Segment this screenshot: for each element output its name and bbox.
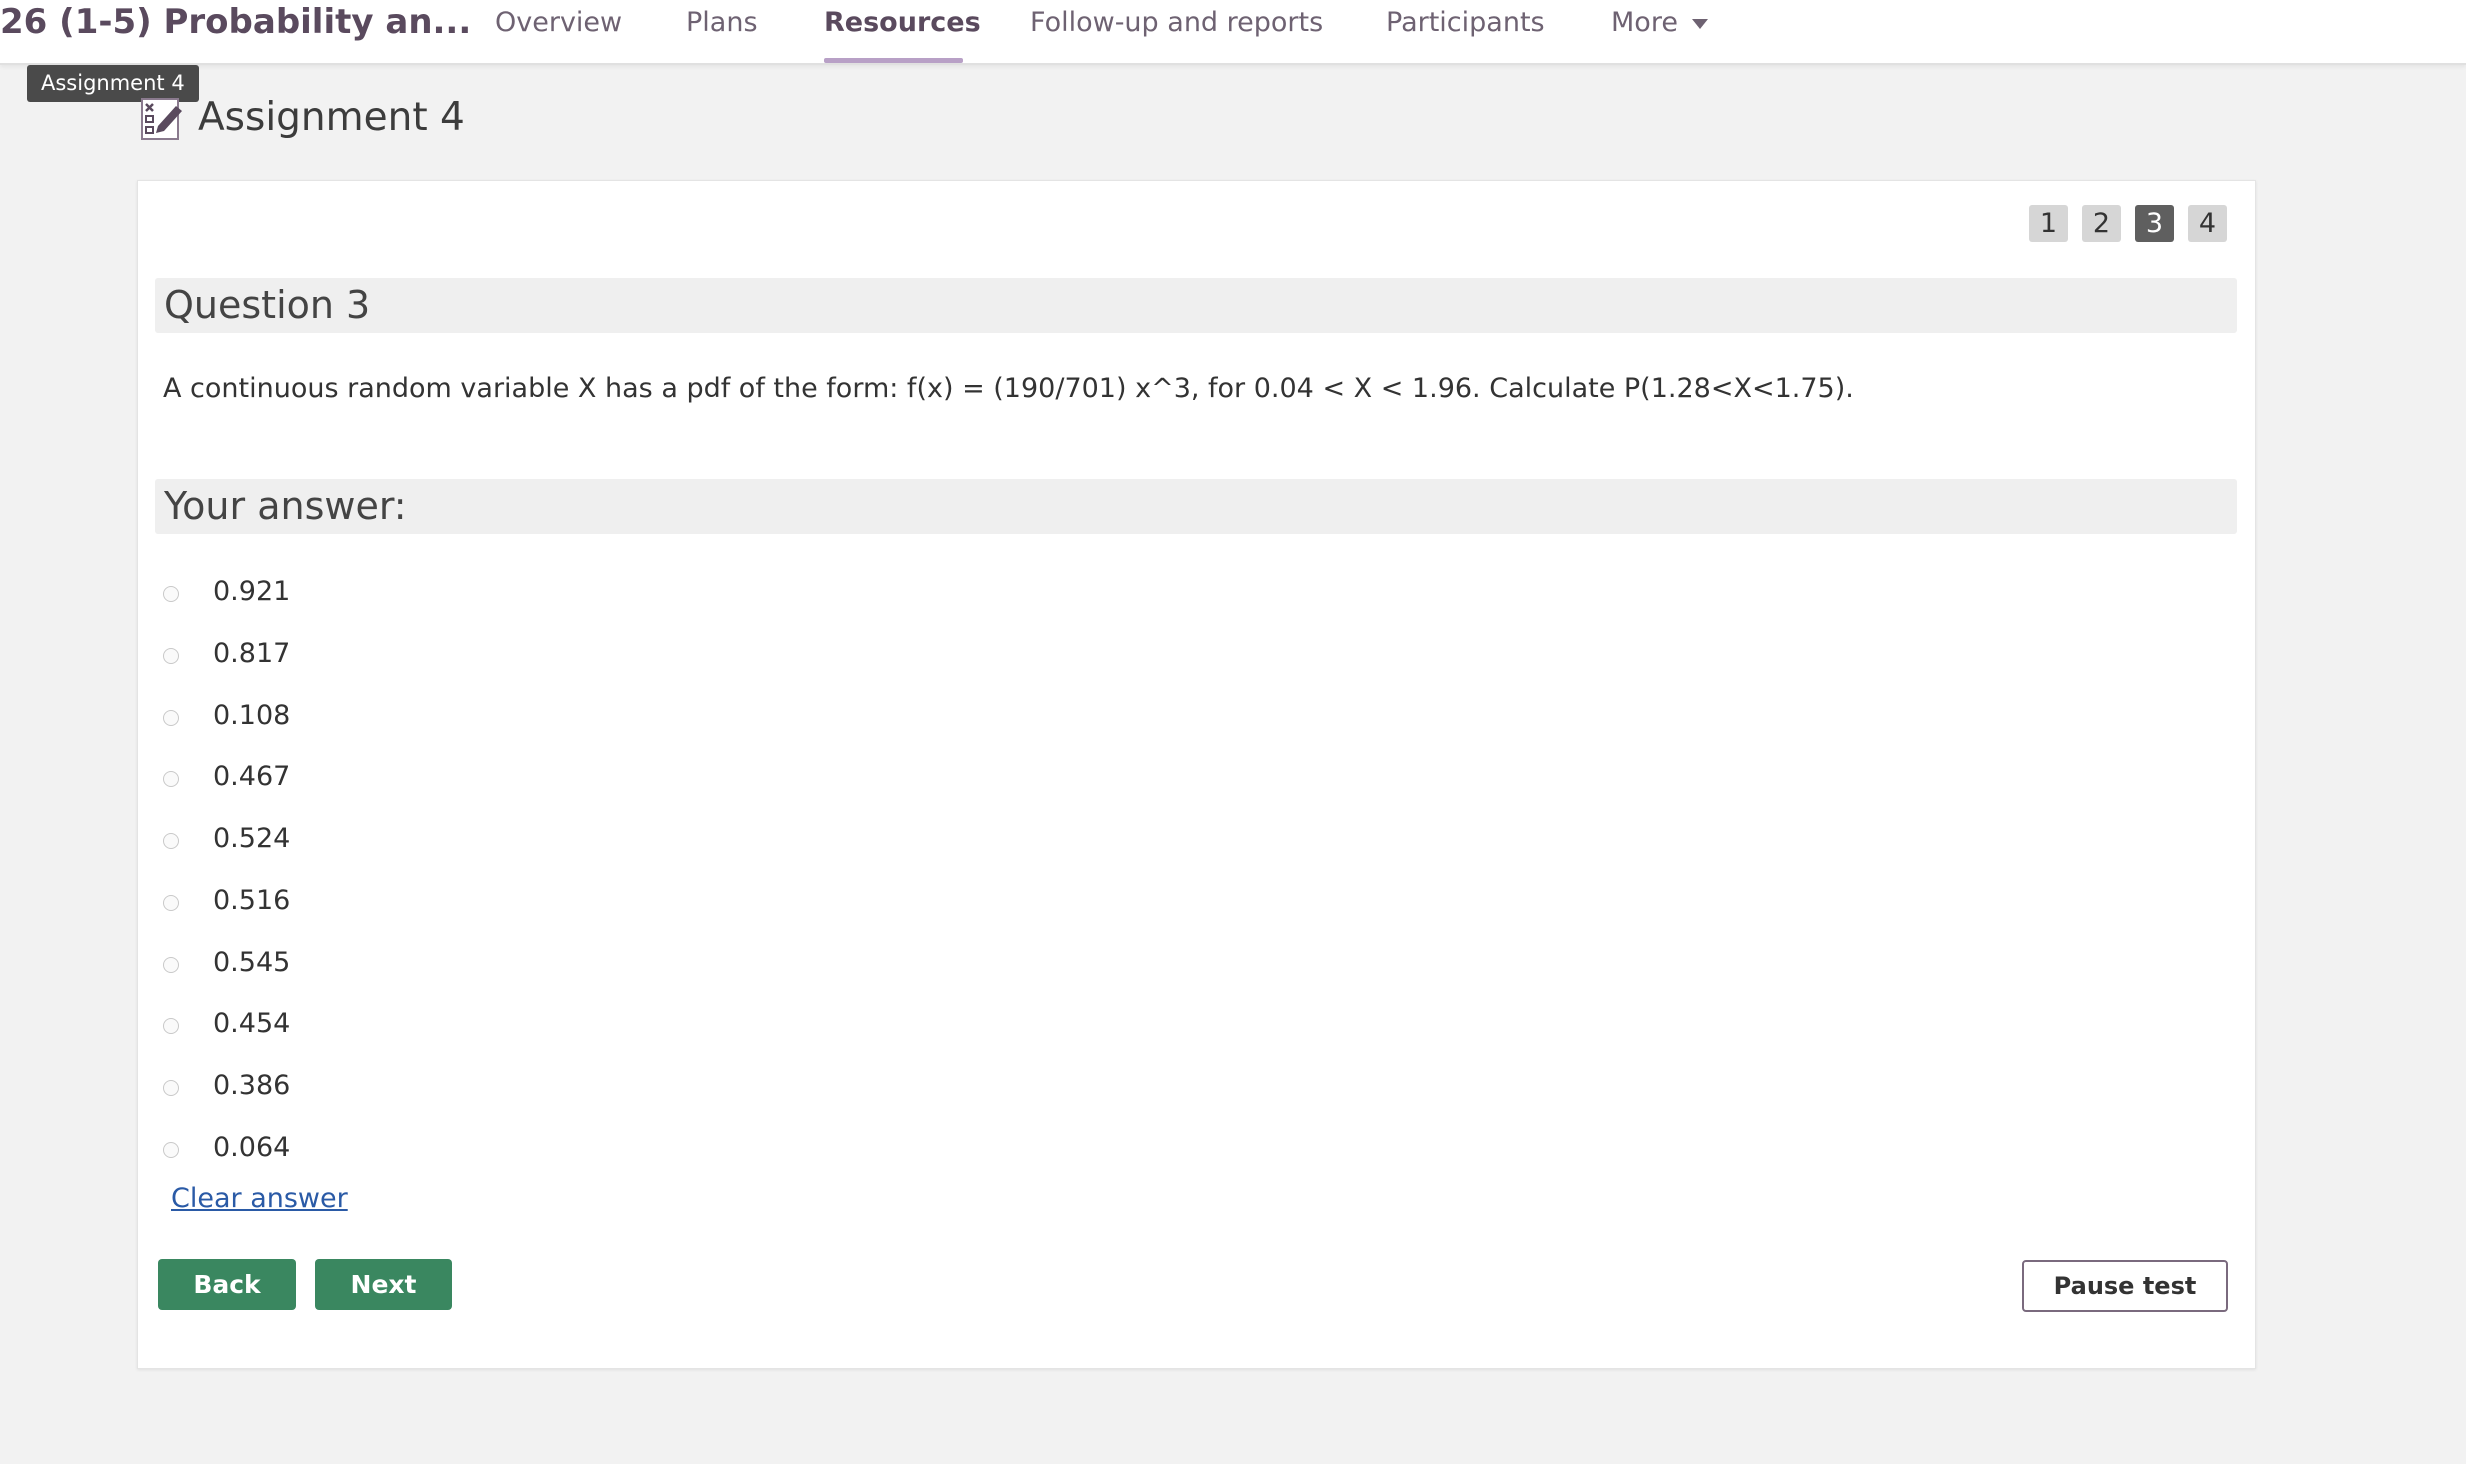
answer-option[interactable]: 0.386 — [163, 1065, 290, 1105]
tab-more-label: More — [1611, 7, 1678, 38]
chevron-down-icon — [1691, 18, 1708, 29]
answer-option[interactable]: 0.921 — [163, 571, 290, 611]
tab-follow-up-and-reports[interactable]: Follow-up and reports — [1030, 0, 1323, 45]
page-title: Assignment 4 — [198, 95, 465, 140]
answer-option-label: 0.524 — [213, 822, 291, 854]
radio-button[interactable] — [163, 648, 179, 664]
radio-button[interactable] — [163, 895, 179, 911]
pause-test-button[interactable]: Pause test — [2022, 1260, 2228, 1312]
top-nav-bar: 26 (1-5) Probability an... Overview Plan… — [0, 0, 2466, 65]
answer-option-label: 0.817 — [213, 637, 291, 669]
answer-option[interactable]: 0.108 — [163, 695, 290, 735]
answer-option-label: 0.516 — [213, 884, 291, 916]
radio-button[interactable] — [163, 833, 179, 849]
answer-option[interactable]: 0.545 — [163, 942, 290, 982]
question-card: 1 2 3 4 Question 3 A continuous random v… — [137, 180, 2256, 1369]
assignment-icon — [141, 98, 182, 140]
answer-option[interactable]: 0.064 — [163, 1127, 290, 1167]
question-pager: 1 2 3 4 — [2029, 205, 2227, 242]
answer-option-label: 0.467 — [213, 760, 291, 792]
answer-option-label: 0.454 — [213, 1007, 291, 1039]
question-heading: Question 3 — [155, 278, 2237, 333]
radio-button[interactable] — [163, 1142, 179, 1158]
answer-option[interactable]: 0.817 — [163, 633, 290, 673]
answer-option[interactable]: 0.454 — [163, 1003, 290, 1043]
page-button-1[interactable]: 1 — [2029, 205, 2068, 242]
back-button[interactable]: Back — [158, 1259, 296, 1310]
page-button-3[interactable]: 3 — [2135, 205, 2174, 242]
tab-resources[interactable]: Resources — [824, 0, 981, 45]
question-text: A continuous random variable X has a pdf… — [163, 373, 1854, 404]
answer-option-label: 0.064 — [213, 1131, 291, 1163]
radio-button[interactable] — [163, 586, 179, 602]
answer-option[interactable]: 0.516 — [163, 880, 290, 920]
answer-option[interactable]: 0.467 — [163, 756, 290, 796]
tab-plans[interactable]: Plans — [686, 0, 758, 45]
answer-heading: Your answer: — [155, 479, 2237, 534]
course-title[interactable]: 26 (1-5) Probability an... — [0, 0, 471, 45]
page-button-2[interactable]: 2 — [2082, 205, 2121, 242]
radio-button[interactable] — [163, 771, 179, 787]
answer-option-label: 0.545 — [213, 946, 291, 978]
page-button-4[interactable]: 4 — [2188, 205, 2227, 242]
answer-option-label: 0.921 — [213, 575, 291, 607]
radio-button[interactable] — [163, 957, 179, 973]
clear-answer-link[interactable]: Clear answer — [171, 1183, 348, 1214]
answer-option-label: 0.108 — [213, 699, 291, 731]
radio-button[interactable] — [163, 710, 179, 726]
answer-option-label: 0.386 — [213, 1069, 291, 1101]
tab-participants[interactable]: Participants — [1386, 0, 1545, 45]
next-button[interactable]: Next — [315, 1259, 452, 1310]
active-tab-indicator — [824, 58, 963, 63]
tab-more[interactable]: More — [1611, 0, 1708, 45]
radio-button[interactable] — [163, 1080, 179, 1096]
tab-overview[interactable]: Overview — [495, 0, 622, 45]
answer-option[interactable]: 0.524 — [163, 818, 290, 858]
radio-button[interactable] — [163, 1018, 179, 1034]
